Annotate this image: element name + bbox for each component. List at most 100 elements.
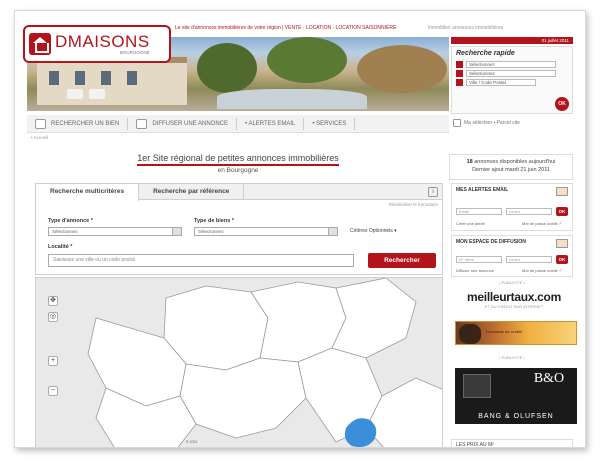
document-icon [136, 118, 148, 129]
quick-city-input[interactable]: Ville / Code Postal [466, 79, 536, 86]
nav-rechercher[interactable]: RECHERCHER UN BIEN [27, 117, 129, 130]
pen-icon [556, 239, 568, 248]
prix-m2-box[interactable]: LES PRIX AU M² [451, 439, 573, 447]
main-nav: RECHERCHER UN BIEN DIFFUSER UNE ANNONCE … [27, 115, 449, 133]
page-title-text: 1er Site régional de petites annonces im… [137, 153, 339, 166]
diffusion-ok-button[interactable]: OK [556, 255, 568, 264]
zoom-out-button[interactable]: − [48, 386, 58, 396]
house-icon [29, 33, 51, 55]
map-svg [36, 278, 442, 447]
ma-selection-link[interactable]: Ma sélection • Parcel site [453, 119, 520, 127]
zoom-in-button[interactable]: + [48, 356, 58, 366]
bo-brand: BANG & OLUFSEN [478, 413, 554, 420]
ad-meilleurtaux[interactable]: meilleurtaux.com ET DU CRÉDIT SUR INTERN… [455, 290, 573, 318]
page-frame: DMAISONS BOURGOGNE Le site d'annonces im… [14, 10, 586, 448]
ad-meilleurtaux-tagline: ET DU CRÉDIT SUR INTERNET [484, 304, 544, 309]
info-icon[interactable]: i [428, 187, 438, 197]
stats-text: annonces disponibles aujourd'hui [474, 159, 556, 165]
ad-credit-banner[interactable]: Demande de crédit [455, 321, 577, 345]
banner-tree [357, 45, 447, 93]
envelope-icon [556, 187, 568, 196]
diffusion-client-input[interactable]: N° client [456, 256, 502, 263]
tv-icon [463, 374, 491, 398]
alertes-email-box: MES ALERTES EMAIL Email •••••••• OK Crée… [451, 183, 573, 231]
ad-label: • PUBLICITÉ • [499, 355, 525, 360]
logo-subtitle: BOURGOGNE [119, 49, 150, 55]
nav-alertes[interactable]: • ALERTES EMAIL [237, 117, 305, 130]
reset-form-link[interactable]: Réinitialiser le formulaire [389, 202, 438, 207]
type-annonce-select[interactable]: Sélectionnez [48, 227, 182, 236]
banner-tree [197, 43, 257, 93]
tab-multicriteres[interactable]: Recherche multicritères [36, 184, 140, 201]
diffuser-annonce-link[interactable]: Diffuser une annonce [456, 268, 494, 273]
ad-portrait [459, 324, 481, 344]
espace-diffusion-box: MON ESPACE DE DIFFUSION N° client ••••••… [451, 235, 573, 277]
type-bien-label: Type de biens * [194, 218, 234, 224]
type-annonce-label: Type d'annonce * [48, 218, 93, 224]
tab-reference[interactable]: Recherche par référence [139, 184, 245, 199]
stats-last-update: Dernier ajout mardi 21 juin 2011 [472, 167, 550, 173]
ad-meilleurtaux-title: meilleurtaux.com [467, 290, 561, 304]
localite-input[interactable]: Saisissez une ville ou un code postal [48, 254, 354, 267]
bullet-icon [456, 61, 463, 68]
diffusion-title: MON ESPACE DE DIFFUSION [456, 239, 526, 245]
header-tagline: Le site d'annonces immobilières de votre… [175, 25, 503, 31]
alert-password-input[interactable]: •••••••• [506, 208, 552, 215]
search-house-icon [35, 118, 46, 129]
localite-label: Localité * [48, 244, 73, 250]
region-map[interactable]: ✥ ◎ + − © IGN [35, 277, 443, 447]
banner-chair [89, 89, 105, 99]
tagline-text: Le site d'annonces immobilières de votre… [175, 25, 397, 31]
nav-services[interactable]: • SERVICES [304, 117, 356, 130]
banner-window [127, 71, 137, 85]
nav-diffuser[interactable]: DIFFUSER UNE ANNONCE [128, 117, 238, 130]
star-icon [453, 119, 461, 127]
tagline-extra[interactable]: Immobilier annonces immobilières [428, 25, 504, 31]
banner-tree [267, 37, 347, 83]
breadcrumb[interactable]: • Accueil [31, 135, 48, 140]
type-bien-select[interactable]: Sélectionnez [194, 227, 338, 236]
selection-label: Ma sélection • Parcel site [464, 120, 520, 126]
ad-label: • PUBLICITÉ • [499, 280, 525, 285]
page-subtitle: en Bourgogne [217, 167, 259, 174]
alert-forgot-password-link[interactable]: Mot de passe oublié ? [522, 221, 561, 226]
stats-box: 18 annonces disponibles aujourd'hui Dern… [449, 154, 573, 180]
banner-house [37, 57, 187, 105]
map-locate-icon[interactable]: ◎ [48, 312, 58, 322]
nav-label: • ALERTES EMAIL [245, 120, 296, 127]
criteres-optionnels-toggle[interactable]: Critères Optionnels ▾ [350, 228, 397, 234]
rechercher-button[interactable]: Rechercher [368, 253, 436, 268]
banner-window [49, 71, 59, 85]
page-title: 1er Site régional de petites annonces im… [27, 153, 449, 166]
quick-ok-button[interactable]: OK [555, 97, 569, 111]
stats-count: 18 [466, 159, 473, 165]
search-panel: Recherche multicritères Recherche par ré… [35, 183, 443, 275]
alert-email-input[interactable]: Email [456, 208, 502, 215]
nav-label: DIFFUSER UNE ANNONCE [152, 120, 229, 127]
banner-window [101, 71, 111, 85]
bullet-icon [456, 70, 463, 77]
nav-label: • SERVICES [312, 120, 347, 127]
banner-terrace [217, 89, 367, 109]
banner-window [75, 71, 85, 85]
nav-label: RECHERCHER UN BIEN [51, 120, 120, 127]
map-pan-icon[interactable]: ✥ [48, 296, 58, 306]
bullet-icon [456, 79, 463, 86]
alert-ok-button[interactable]: OK [556, 207, 568, 216]
ad-credit-text: Demande de crédit [486, 329, 522, 334]
quick-select-bien[interactable]: Sélectionnez [466, 70, 556, 77]
create-alert-link[interactable]: Créer une alerte [456, 221, 485, 226]
quick-select-type[interactable]: Sélectionnez [466, 61, 556, 68]
diffusion-forgot-password-link[interactable]: Mot de passe oublié ? [522, 268, 561, 273]
alertes-title: MES ALERTES EMAIL [456, 187, 509, 193]
map-attribution: © IGN [186, 439, 198, 444]
site-logo[interactable]: DMAISONS BOURGOGNE [23, 25, 171, 63]
search-tabs: Recherche multicritères Recherche par ré… [36, 184, 442, 201]
quick-search-panel: Recherche rapide Sélectionnez Sélectionn… [451, 46, 573, 114]
quick-search-title: Recherche rapide [456, 50, 515, 57]
diffusion-password-input[interactable]: •••••••• [506, 256, 552, 263]
bo-logo: B&O [533, 371, 565, 386]
ad-bang-olufsen[interactable]: B&O BANG & OLUFSEN [455, 368, 577, 424]
logo-name: DMAISONS [55, 31, 150, 51]
banner-chair [67, 89, 83, 99]
